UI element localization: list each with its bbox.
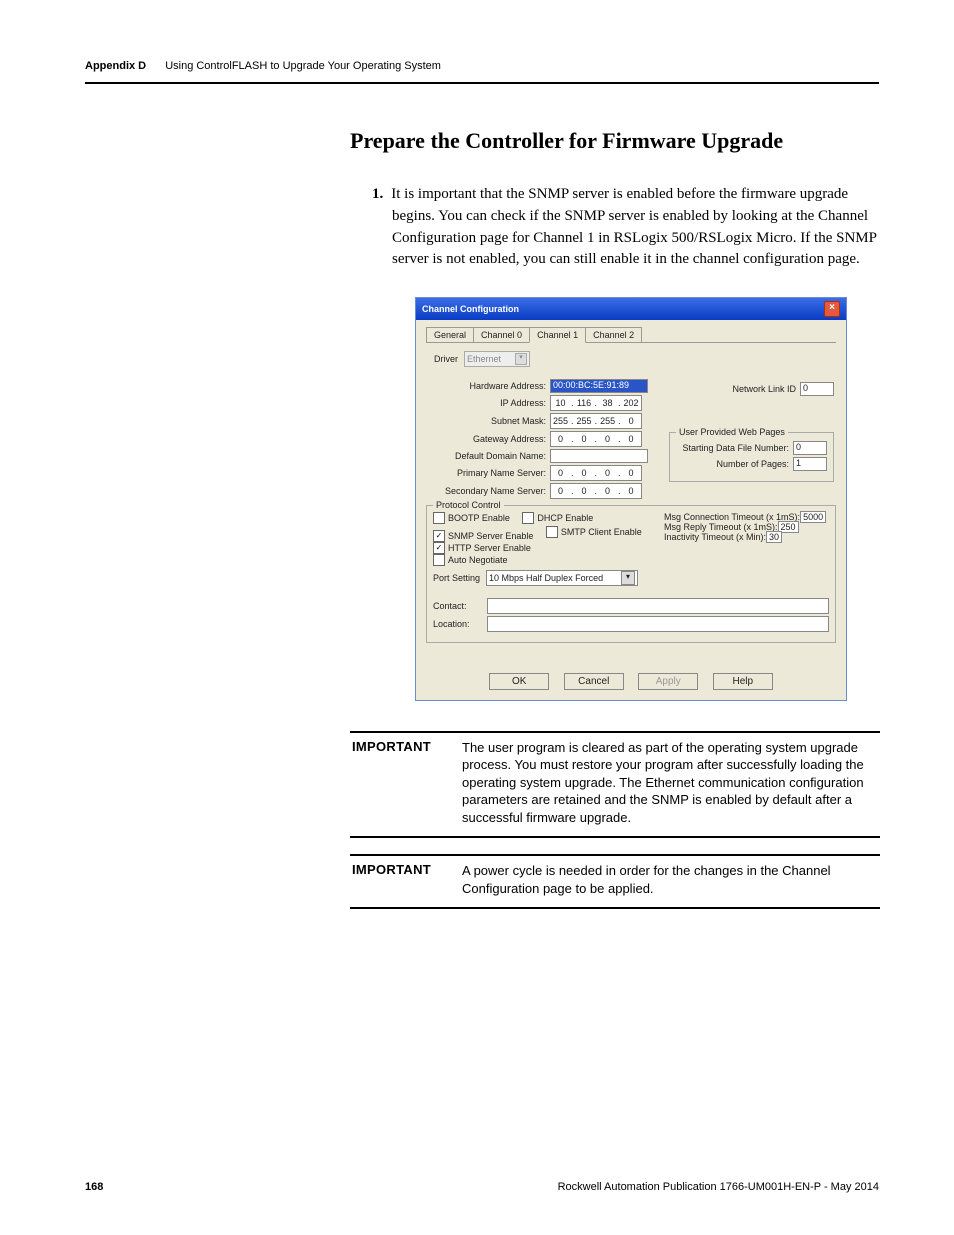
dhcp-checkbox[interactable]: DHCP Enable <box>522 512 593 524</box>
subnet-field[interactable]: 255.255.255.0 <box>550 413 642 429</box>
numpages-field[interactable]: 1 <box>793 457 827 471</box>
inact-field[interactable]: 30 <box>766 531 782 543</box>
page-footer: 168 Rockwell Automation Publication 1766… <box>85 1181 879 1193</box>
step-1-text: It is important that the SNMP server is … <box>391 186 876 267</box>
important-label: IMPORTANT <box>352 739 462 827</box>
apply-button[interactable]: Apply <box>638 673 698 690</box>
cancel-button[interactable]: Cancel <box>564 673 624 690</box>
domain-label: Default Domain Name: <box>426 451 550 461</box>
close-icon[interactable]: × <box>824 301 840 317</box>
ok-button[interactable]: OK <box>489 673 549 690</box>
netlink-field[interactable]: 0 <box>800 382 834 396</box>
right-column: Network Link ID 0 User Provided Web Page… <box>669 380 834 482</box>
appendix-label: Appendix D <box>85 60 146 72</box>
port-label: Port Setting <box>433 573 480 583</box>
netlink-label: Network Link ID <box>732 384 796 394</box>
page-number: 168 <box>85 1181 103 1193</box>
primary-ns-field[interactable]: 0.0.0.0 <box>550 465 642 481</box>
autoneg-checkbox[interactable]: Auto Negotiate <box>433 554 508 566</box>
hw-label: Hardware Address: <box>426 381 550 391</box>
ip-label: IP Address: <box>426 398 550 408</box>
startfile-field[interactable]: 0 <box>793 441 827 455</box>
driver-label: Driver <box>434 354 458 364</box>
ip-address-field[interactable]: 10.116.38.202 <box>550 395 642 411</box>
gateway-field[interactable]: 0.0.0.0 <box>550 431 642 447</box>
list-number: 1. <box>372 186 383 202</box>
publication-info: Rockwell Automation Publication 1766-UM0… <box>558 1181 879 1193</box>
domain-field[interactable] <box>550 449 648 463</box>
important-text: The user program is cleared as part of t… <box>462 739 878 827</box>
inact-label: Inactivity Timeout (x Min): <box>664 532 766 542</box>
snmp-checkbox[interactable]: ✓SNMP Server Enable <box>433 530 533 542</box>
smtp-checkbox[interactable]: SMTP Client Enable <box>546 526 642 538</box>
location-field[interactable] <box>487 616 829 632</box>
dialog-title: Channel Configuration <box>422 304 519 314</box>
protocol-fieldset: Protocol Control BOOTP Enable DHCP Enabl… <box>426 505 836 643</box>
msgconn-field[interactable]: 5000 <box>800 511 826 523</box>
http-checkbox[interactable]: ✓HTTP Server Enable <box>433 542 531 554</box>
step-1-paragraph: 1. It is important that the SNMP server i… <box>372 184 879 271</box>
tab-channel0[interactable]: Channel 0 <box>473 327 530 342</box>
sns-label: Secondary Name Server: <box>426 486 550 496</box>
chevron-down-icon: ▾ <box>515 353 527 365</box>
running-header: Appendix D Using ControlFLASH to Upgrade… <box>85 60 879 84</box>
secondary-ns-field[interactable]: 0.0.0.0 <box>550 483 642 499</box>
chevron-down-icon: ▾ <box>621 571 635 585</box>
uwp-legend: User Provided Web Pages <box>676 427 788 437</box>
contact-field[interactable] <box>487 598 829 614</box>
numpages-label: Number of Pages: <box>716 459 789 469</box>
location-label: Location: <box>433 619 481 629</box>
tab-channel2[interactable]: Channel 2 <box>585 327 642 342</box>
port-setting-select[interactable]: 10 Mbps Half Duplex Forced ▾ <box>486 570 638 586</box>
important-text: A power cycle is needed in order for the… <box>462 862 878 897</box>
driver-select[interactable]: Ethernet ▾ <box>464 351 530 367</box>
hw-address-field[interactable]: 00:00:BC:5E:91:89 <box>550 379 648 393</box>
important-box-1: IMPORTANT The user program is cleared as… <box>350 731 880 839</box>
channel-config-dialog: Channel Configuration × GeneralChannel 0… <box>415 297 847 701</box>
startfile-label: Starting Data File Number: <box>682 443 789 453</box>
gw-label: Gateway Address: <box>426 434 550 444</box>
msgrep-label: Msg Reply Timeout (x 1mS): <box>664 522 778 532</box>
important-label: IMPORTANT <box>352 862 462 897</box>
protocol-legend: Protocol Control <box>433 500 504 510</box>
tab-bar: GeneralChannel 0Channel 1Channel 2 <box>426 326 836 343</box>
bootp-checkbox[interactable]: BOOTP Enable <box>433 512 510 524</box>
tab-general[interactable]: General <box>426 327 474 342</box>
section-title: Prepare the Controller for Firmware Upgr… <box>350 128 879 154</box>
driver-value: Ethernet <box>467 354 501 364</box>
subnet-label: Subnet Mask: <box>426 416 550 426</box>
dialog-titlebar: Channel Configuration × <box>416 298 846 320</box>
pns-label: Primary Name Server: <box>426 468 550 478</box>
chapter-title: Using ControlFLASH to Upgrade Your Opera… <box>165 60 441 72</box>
help-button[interactable]: Help <box>713 673 773 690</box>
contact-label: Contact: <box>433 601 481 611</box>
tab-channel1[interactable]: Channel 1 <box>529 327 586 343</box>
important-box-2: IMPORTANT A power cycle is needed in ord… <box>350 854 880 909</box>
